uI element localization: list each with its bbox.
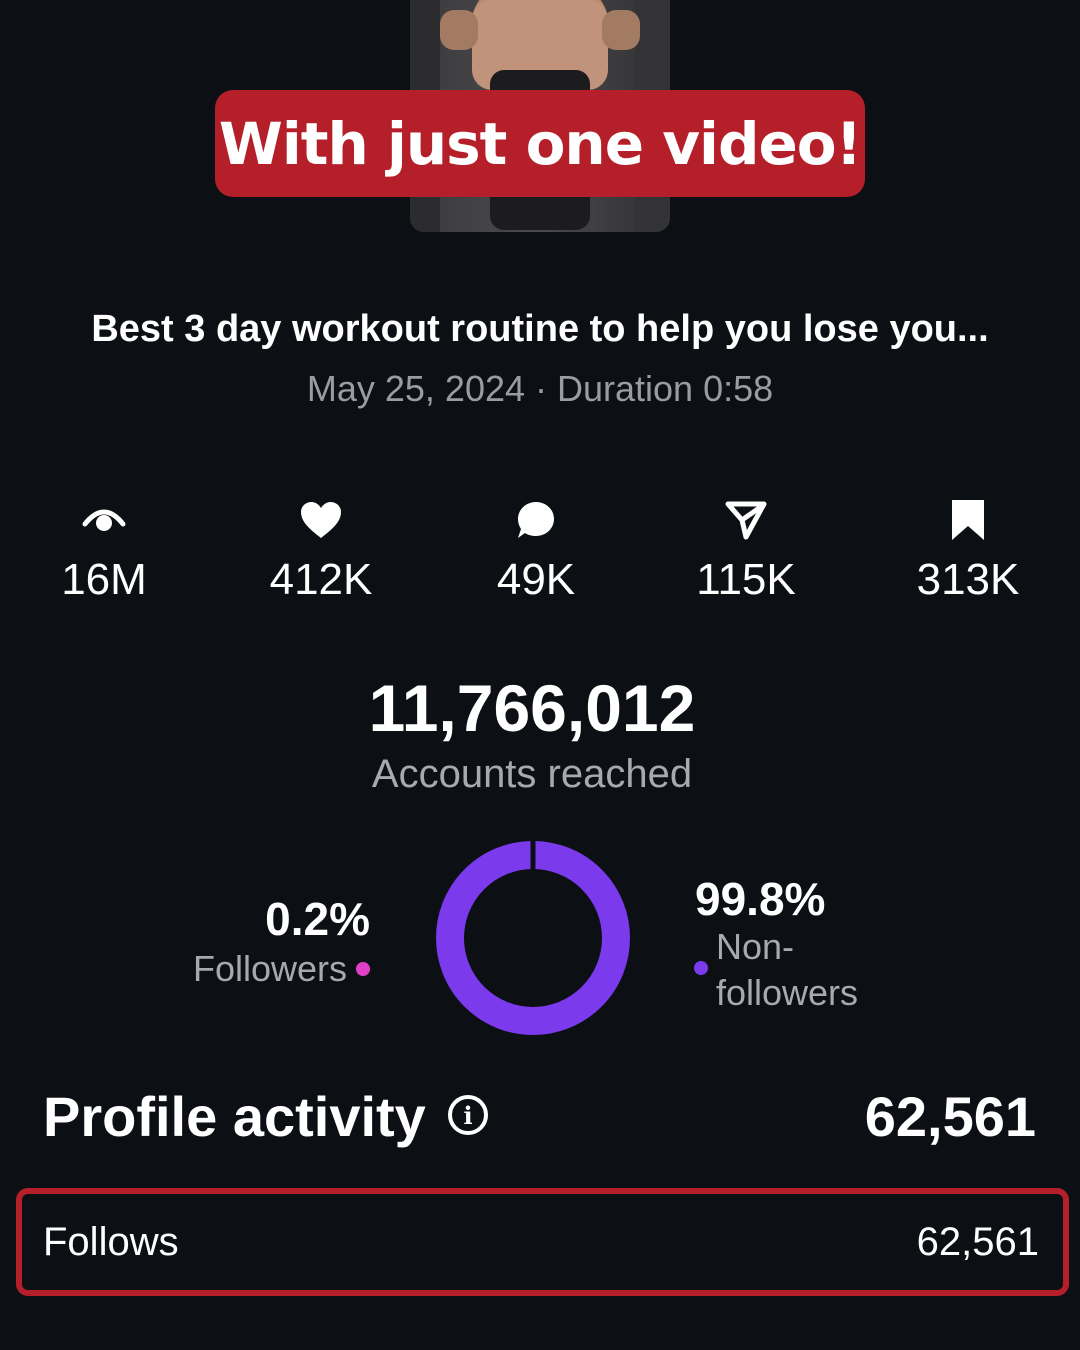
audience-donut-chart (436, 840, 630, 1035)
nonfollowers-label: Non-followers (716, 926, 859, 1013)
comment-icon (436, 497, 636, 543)
followers-label: Followers (192, 948, 347, 989)
heart-icon (221, 497, 421, 543)
bookmark-icon (868, 497, 1068, 543)
follows-value: 62,561 (916, 1220, 1039, 1264)
stat-views: 16M (4, 497, 204, 605)
followers-legend-dot (356, 962, 370, 976)
video-meta: May 25, 2024 · Duration 0:58 (306, 368, 774, 409)
profile-activity-title: Profile activity (43, 1085, 426, 1148)
engagement-stats: 16M 412K 49K 115K 313K (0, 497, 1080, 617)
video-title: Best 3 day workout routine to help you l… (91, 308, 989, 350)
stat-comments-value: 49K (496, 555, 576, 604)
accounts-reached-value: 11,766,012 (368, 671, 696, 745)
stat-saves-value: 313K (916, 555, 1020, 604)
promo-banner-text: With just one video! (218, 109, 862, 178)
stat-likes-value: 412K (269, 555, 373, 604)
follows-label: Follows (43, 1220, 179, 1264)
donut-nonfollowers-segment (436, 841, 630, 1035)
share-icon (646, 497, 846, 543)
info-icon[interactable]: i (448, 1095, 488, 1135)
stat-shares-value: 115K (696, 555, 796, 604)
promo-banner: With just one video! (215, 90, 865, 197)
stat-views-value: 16M (61, 555, 147, 604)
stat-likes: 412K (221, 497, 421, 605)
stat-comments: 49K (436, 497, 636, 605)
stat-shares: 115K (646, 497, 846, 605)
nonfollowers-percent: 99.8% (695, 873, 826, 925)
accounts-reached-label: Accounts reached (371, 752, 693, 796)
profile-activity-value: 62,561 (864, 1085, 1036, 1148)
followers-percent: 0.2% (265, 893, 370, 945)
eye-icon (4, 497, 204, 543)
stat-saves: 313K (868, 497, 1068, 605)
nonfollowers-legend-dot (694, 961, 708, 975)
follows-row[interactable]: Follows 62,561 (16, 1188, 1069, 1296)
